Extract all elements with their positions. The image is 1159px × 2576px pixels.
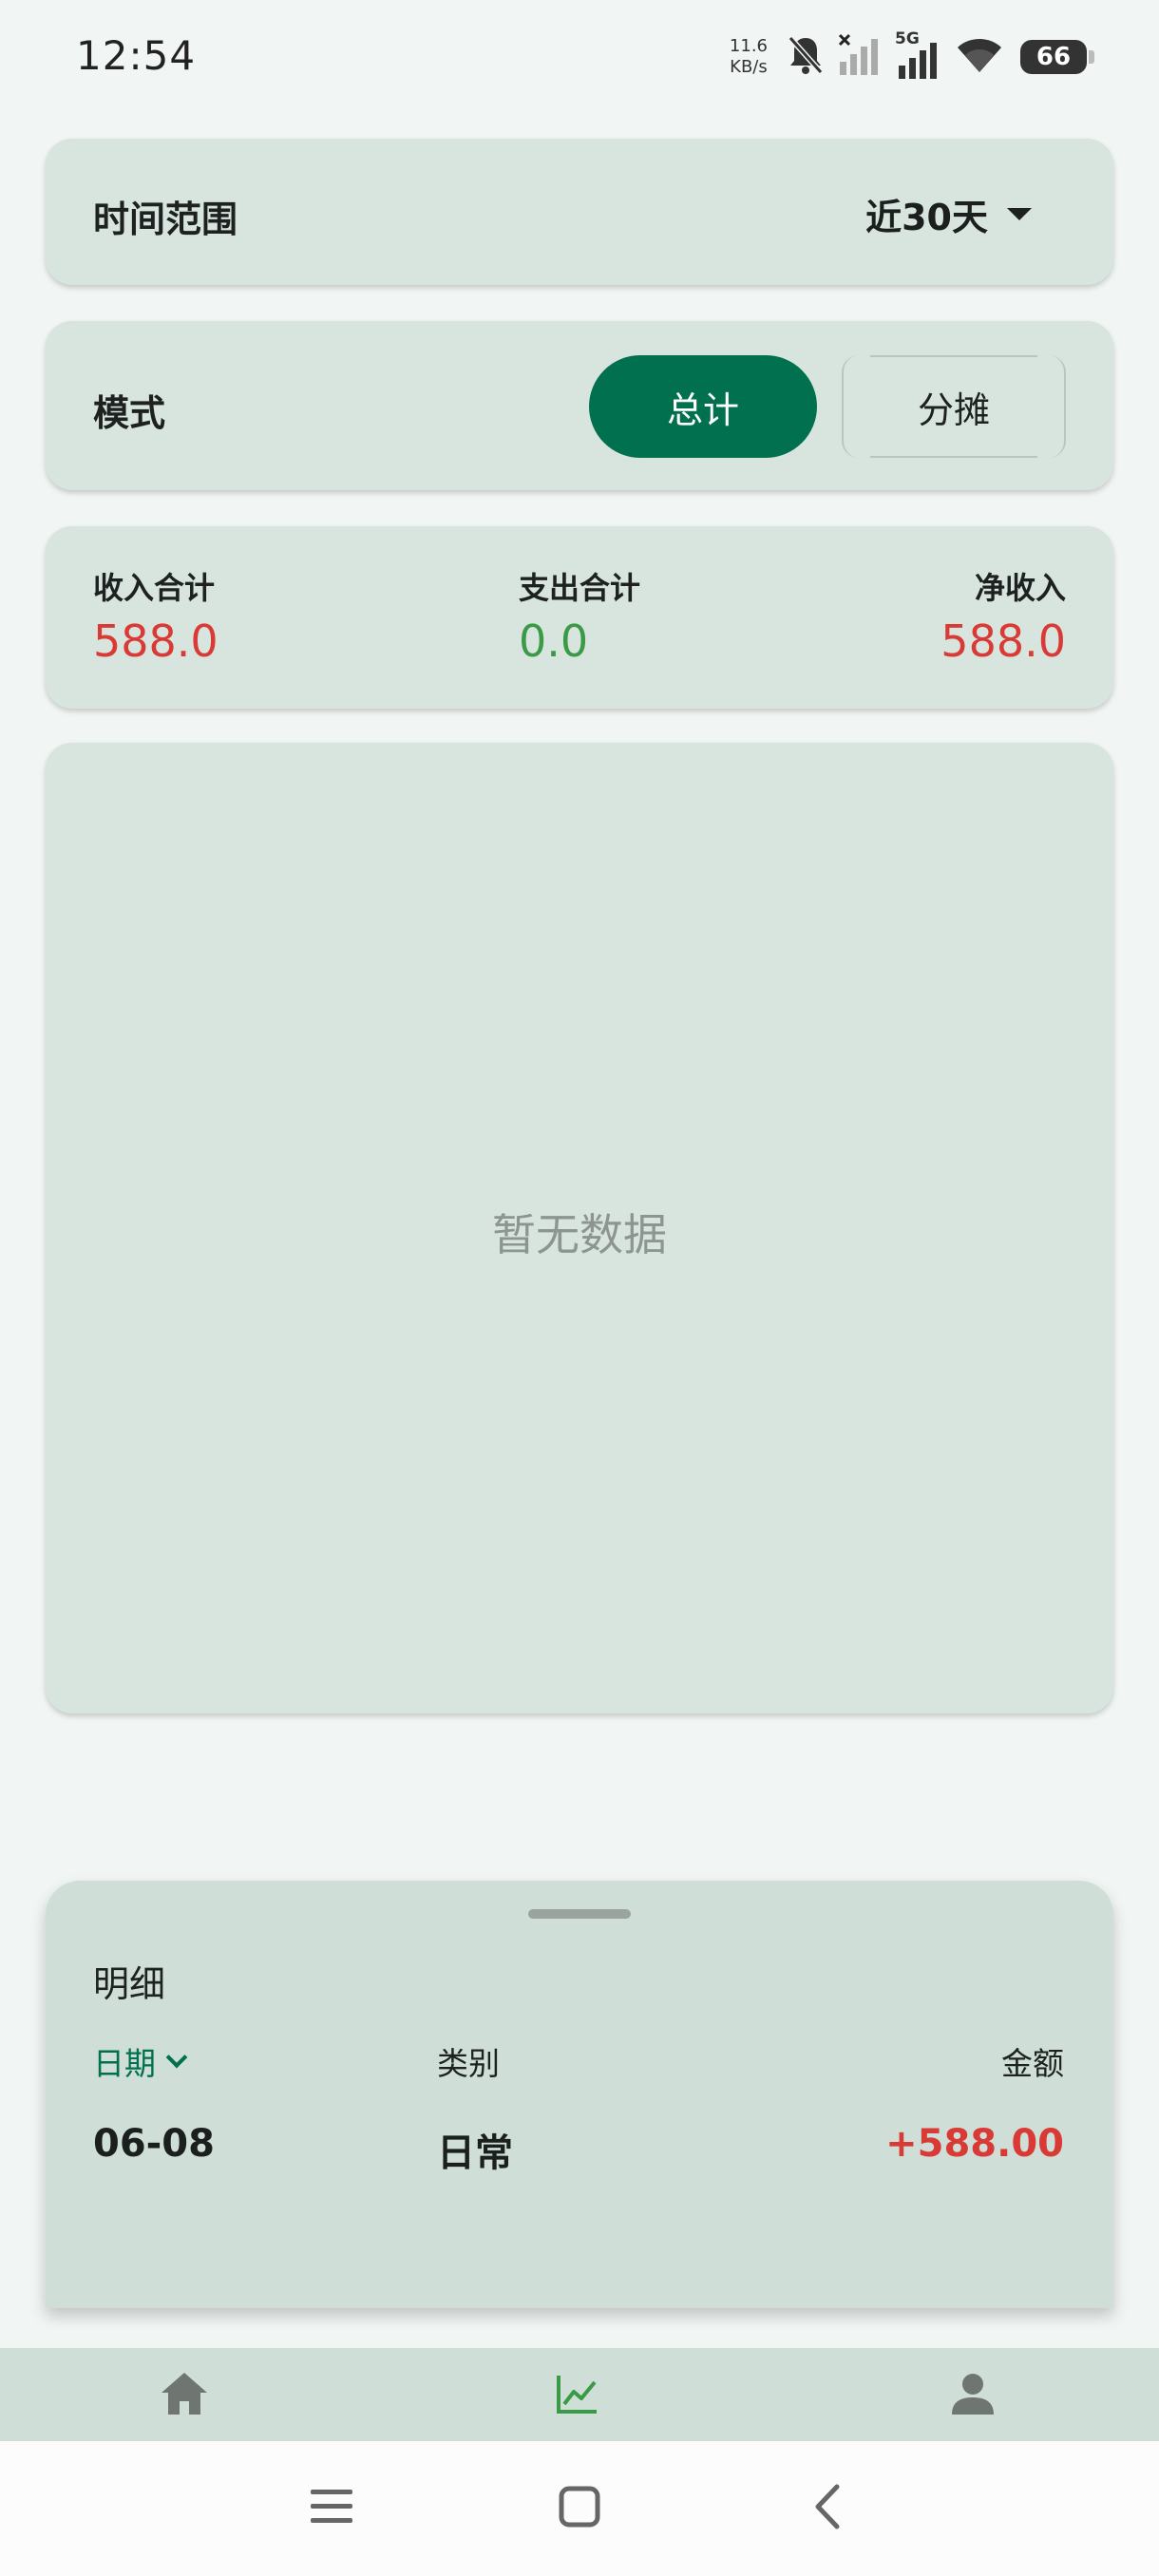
time-range-dropdown[interactable]: 近30天 (865, 188, 1032, 240)
income-total-label: 收入合计 (93, 570, 216, 606)
menu-icon (309, 2486, 354, 2531)
details-sheet[interactable]: 明细 日期 类别 金额 06-08 日常 +588.00 (46, 1881, 1113, 2308)
system-back-button[interactable] (794, 2475, 861, 2542)
net-income: 净收入 588.0 (940, 564, 1066, 667)
income-total: 收入合计 588.0 (93, 564, 218, 667)
net-speed-value: 11.6 (729, 36, 768, 56)
chart-card: 暂无数据 (46, 743, 1113, 1714)
details-title: 明细 (93, 1963, 166, 2005)
status-icons: 11.6 KB/s 5G 66 (730, 29, 1094, 84)
row-amount: +588.00 (885, 2122, 1064, 2166)
status-bar: 12:54 11.6 KB/s 5G 66 (0, 0, 1159, 114)
expense-total: 支出合计 0.0 (519, 564, 640, 667)
mode-split-button[interactable]: 分摊 (842, 355, 1066, 458)
system-home-button[interactable] (546, 2475, 613, 2542)
income-total-value: 588.0 (93, 616, 218, 667)
status-time: 12:54 (76, 32, 197, 79)
date-column-label: 日期 (93, 2045, 156, 2082)
time-range-label: 时间范围 (93, 199, 238, 240)
row-category: 日常 (437, 2131, 513, 2175)
time-range-value: 近30天 (865, 197, 988, 238)
nav-home[interactable] (156, 2367, 213, 2424)
battery-icon: 66 (1020, 40, 1094, 74)
category-column-header: 类别 (437, 2045, 500, 2082)
mode-total-button[interactable]: 总计 (589, 355, 817, 458)
nav-profile[interactable] (944, 2367, 1001, 2424)
person-icon (950, 2371, 996, 2420)
net-speed-unit: KB/s (730, 57, 768, 77)
chevron-down-icon (165, 2046, 188, 2069)
amount-column-header: 金额 (1001, 2045, 1064, 2082)
mode-card: 模式 总计 分摊 (46, 321, 1113, 490)
bottom-nav (0, 2348, 1159, 2441)
expense-total-value: 0.0 (519, 616, 589, 667)
nav-statistics[interactable] (549, 2367, 606, 2424)
square-icon (558, 2485, 601, 2532)
system-menu-button[interactable] (298, 2475, 365, 2542)
mode-segmented-control: 总计 分摊 (589, 355, 1066, 458)
totals-card: 收入合计 588.0 支出合计 0.0 净收入 588.0 (46, 526, 1113, 709)
empty-state-text: 暂无数据 (492, 1209, 667, 1260)
wifi-icon (956, 36, 1003, 78)
home-icon (159, 2370, 210, 2421)
net-income-value: 588.0 (940, 616, 1066, 667)
chart-icon (556, 2373, 599, 2418)
drag-handle[interactable] (528, 1909, 631, 1919)
back-icon (808, 2483, 846, 2534)
mode-label: 模式 (93, 392, 166, 434)
expense-total-label: 支出合计 (519, 570, 641, 606)
system-nav-bar (0, 2441, 1159, 2576)
row-date: 06-08 (93, 2122, 215, 2166)
net-speed: 11.6 KB/s (730, 36, 768, 78)
signal-5g-icon: 5G (895, 29, 942, 81)
signal-x-icon (838, 33, 882, 81)
net-income-label: 净收入 (974, 570, 1066, 606)
date-column-header[interactable]: 日期 (93, 2038, 188, 2084)
caret-down-icon (1007, 208, 1032, 220)
bell-muted-icon (787, 34, 825, 80)
time-range-card: 时间范围 近30天 (46, 139, 1113, 285)
